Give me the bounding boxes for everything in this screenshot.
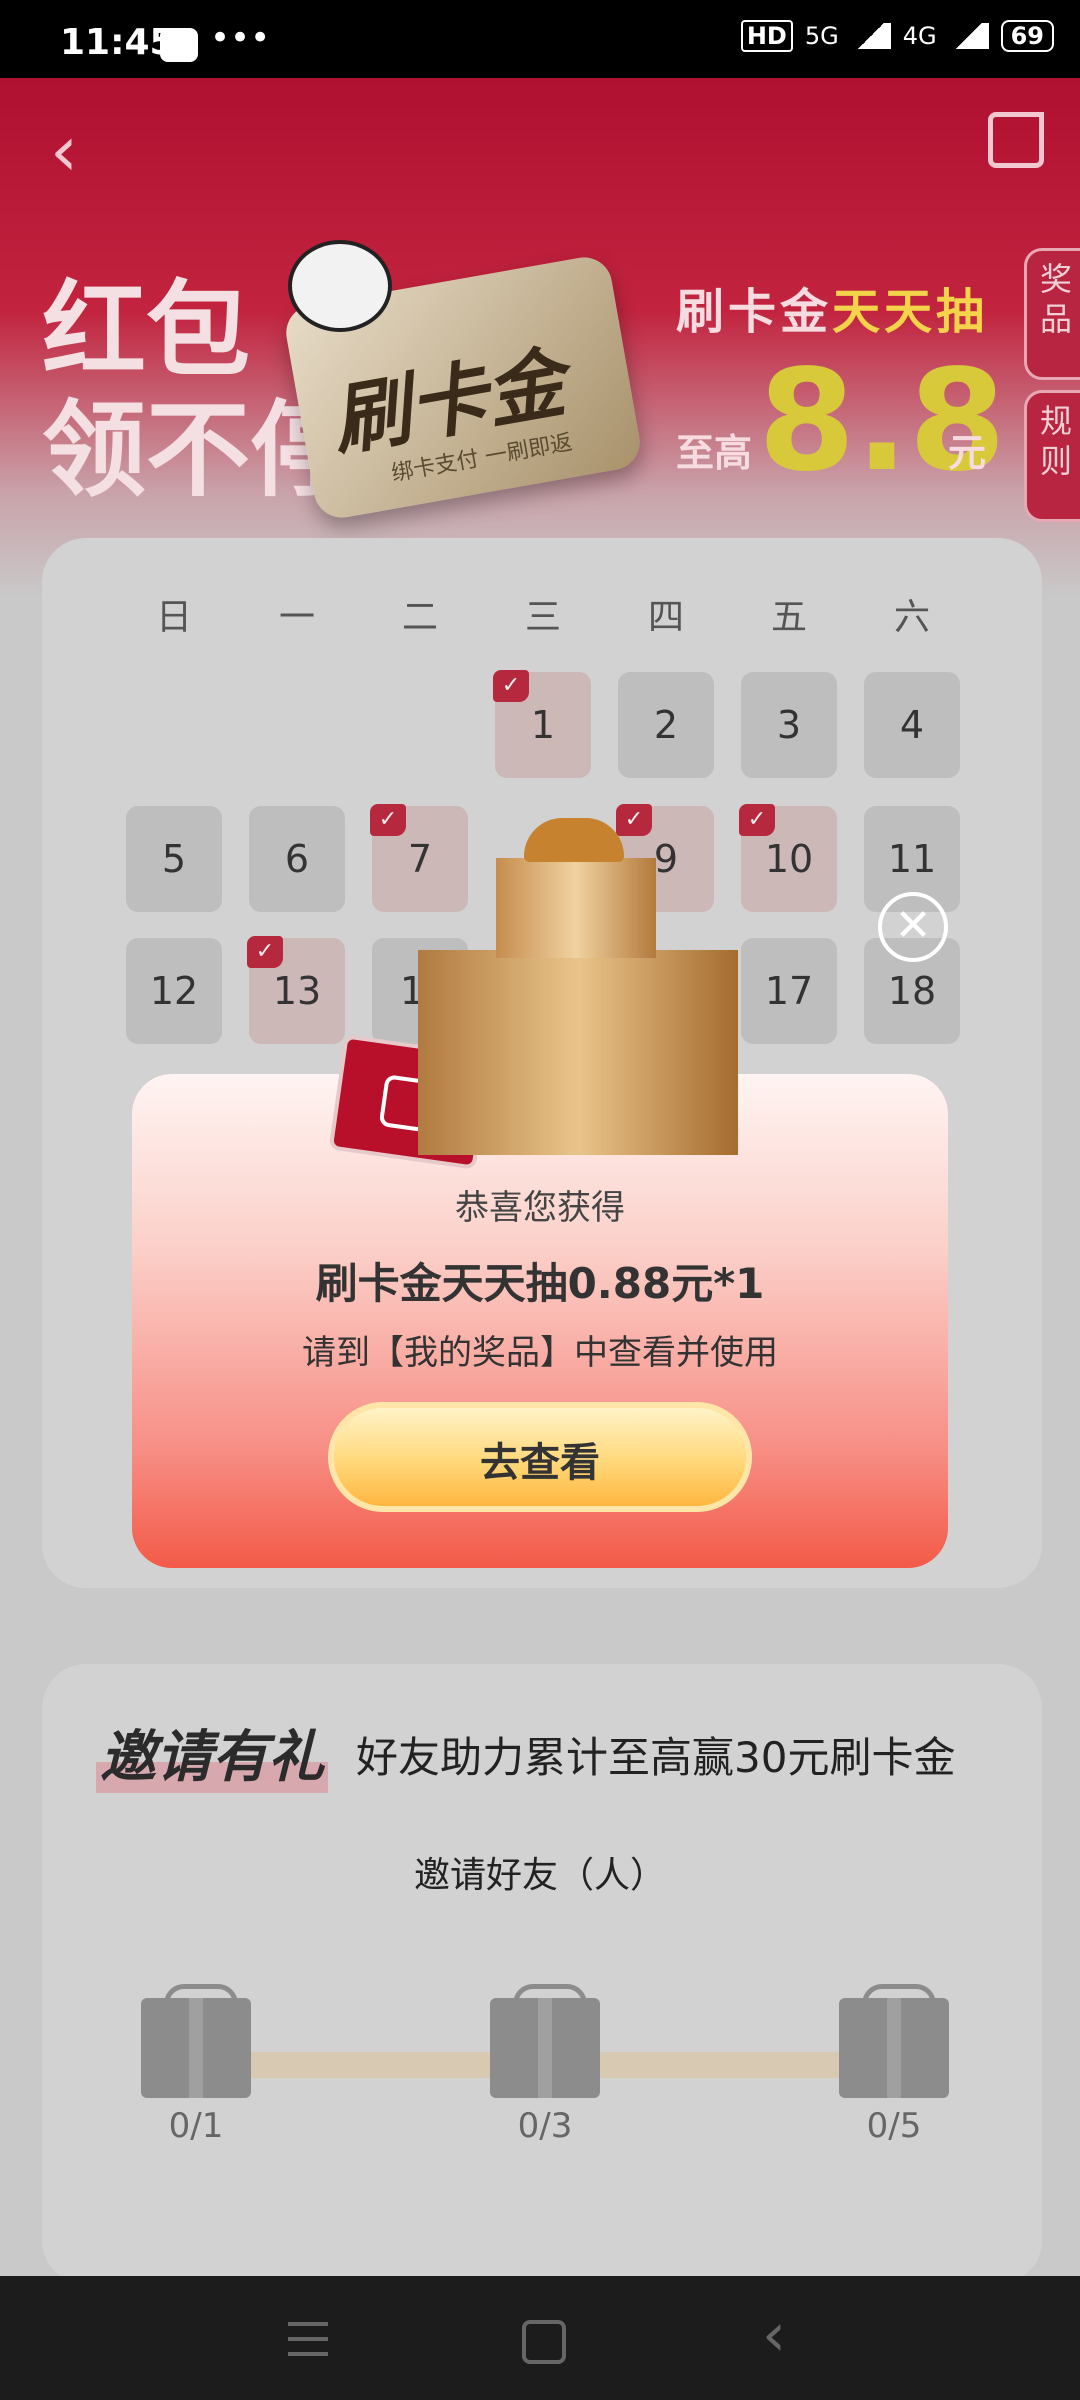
calendar-day-label: 4 xyxy=(899,703,925,747)
promo-prefix: 刷卡金 xyxy=(676,284,833,340)
calendar-day-label: 18 xyxy=(887,969,937,1013)
milestone-count: 0/1 xyxy=(168,2106,224,2146)
milestone-gift-icon[interactable] xyxy=(141,1998,251,2098)
recent-apps-icon[interactable] xyxy=(288,2322,328,2356)
checkmark-icon: ✓ xyxy=(739,804,775,836)
checkmark-icon: ✓ xyxy=(247,936,283,968)
calendar-day-label: 2 xyxy=(653,703,679,747)
calendar-day-label: 13 xyxy=(272,969,322,1013)
weekday-label: 六 xyxy=(893,597,930,638)
invite-description: 好友助力累计至高赢30元刷卡金 xyxy=(356,1733,956,1782)
weekday-label: 日 xyxy=(155,597,192,638)
calendar-day[interactable]: ✓ 1 xyxy=(493,670,591,778)
calendar-day-label: 7 xyxy=(407,837,433,881)
calendar-day-label: 9 xyxy=(653,837,679,881)
app-notification-icon xyxy=(160,28,198,62)
status-time: 11:45 xyxy=(60,22,175,63)
gift-box-illustration xyxy=(418,950,738,1155)
battery-icon: 69 xyxy=(1000,20,1054,52)
invite-friends-label: 邀请好友（人） xyxy=(413,1855,666,1896)
weekday-label: 五 xyxy=(770,597,807,638)
calendar-day[interactable]: ✓ 13 xyxy=(247,936,345,1044)
signal-icon-2 xyxy=(948,23,989,49)
calendar-day-label: 5 xyxy=(161,837,187,881)
checkmark-icon: ✓ xyxy=(616,804,652,836)
panda-mascot-icon xyxy=(288,240,392,332)
promo-upto: 至高 xyxy=(676,431,753,475)
dialog-congrats-text: 恭喜您获得 xyxy=(455,1188,625,1228)
calendar-day[interactable]: ✓ 7 xyxy=(370,804,468,912)
signal-icon xyxy=(850,23,891,49)
calendar-day[interactable]: 3 xyxy=(741,672,837,778)
weekday-label: 二 xyxy=(401,597,438,638)
calendar-day[interactable]: 5 xyxy=(126,806,222,912)
calendar-day[interactable]: 2 xyxy=(618,672,714,778)
home-icon[interactable] xyxy=(522,2320,566,2364)
weekday-label: 一 xyxy=(278,597,315,638)
promo-highlight: 天天抽 xyxy=(832,284,989,340)
back-button[interactable]: ‹ xyxy=(50,110,78,192)
milestone-gift-icon[interactable] xyxy=(839,1998,949,2098)
nav-back-icon[interactable]: ‹ xyxy=(762,2300,786,2370)
dialog-hint-text: 请到【我的奖品】中查看并使用 xyxy=(302,1333,778,1373)
calendar-day-label: 3 xyxy=(776,703,802,747)
close-dialog-button[interactable]: ✕ xyxy=(878,892,948,962)
milestone-count: 0/5 xyxy=(866,2106,922,2146)
hd-icon: HD xyxy=(740,20,793,52)
network-5g-label: 5G xyxy=(804,22,839,50)
calendar-day-label: 6 xyxy=(284,837,310,881)
dialog-prize-text: 刷卡金天天抽0.88元*1 xyxy=(315,1259,765,1308)
calendar-day[interactable]: 12 xyxy=(126,938,222,1044)
calendar-day-label: 10 xyxy=(764,837,814,881)
calendar-day-label: 1 xyxy=(530,703,556,747)
checkmark-icon: ✓ xyxy=(370,804,406,836)
calendar-day-label: 12 xyxy=(149,969,199,1013)
calendar-day[interactable]: ✓ 10 xyxy=(739,804,837,912)
checkmark-icon: ✓ xyxy=(493,670,529,702)
calendar-day[interactable]: 4 xyxy=(864,672,960,778)
calendar-day[interactable]: 17 xyxy=(741,938,837,1044)
status-indicators: HD 5G 4G 69 xyxy=(740,20,1054,52)
calendar-day-label: 17 xyxy=(764,969,814,1013)
network-4g-label: 4G xyxy=(902,22,937,50)
weekday-label: 三 xyxy=(524,597,561,638)
milestone-gift-icon[interactable] xyxy=(490,1998,600,2098)
gift-box-small-illustration xyxy=(496,858,656,958)
calendar-day[interactable]: 6 xyxy=(249,806,345,912)
invite-title: 邀请有礼 xyxy=(96,1712,328,1793)
view-prize-button[interactable]: 去查看 xyxy=(328,1402,752,1512)
milestone-count: 0/3 xyxy=(517,2106,573,2146)
prizes-tab[interactable]: 奖品 xyxy=(1024,248,1080,380)
promo-unit: 元 xyxy=(948,431,987,475)
status-bar: 11:45 ••• HD 5G 4G 69 xyxy=(0,0,1080,78)
more-notifications-icon: ••• xyxy=(210,18,271,58)
weekday-label: 四 xyxy=(647,597,684,638)
rules-tab[interactable]: 规则 xyxy=(1024,390,1080,522)
promo-headline: 刷卡金天天抽 xyxy=(676,272,988,342)
share-icon[interactable] xyxy=(988,112,1044,168)
calendar-day-label: 11 xyxy=(887,837,937,881)
